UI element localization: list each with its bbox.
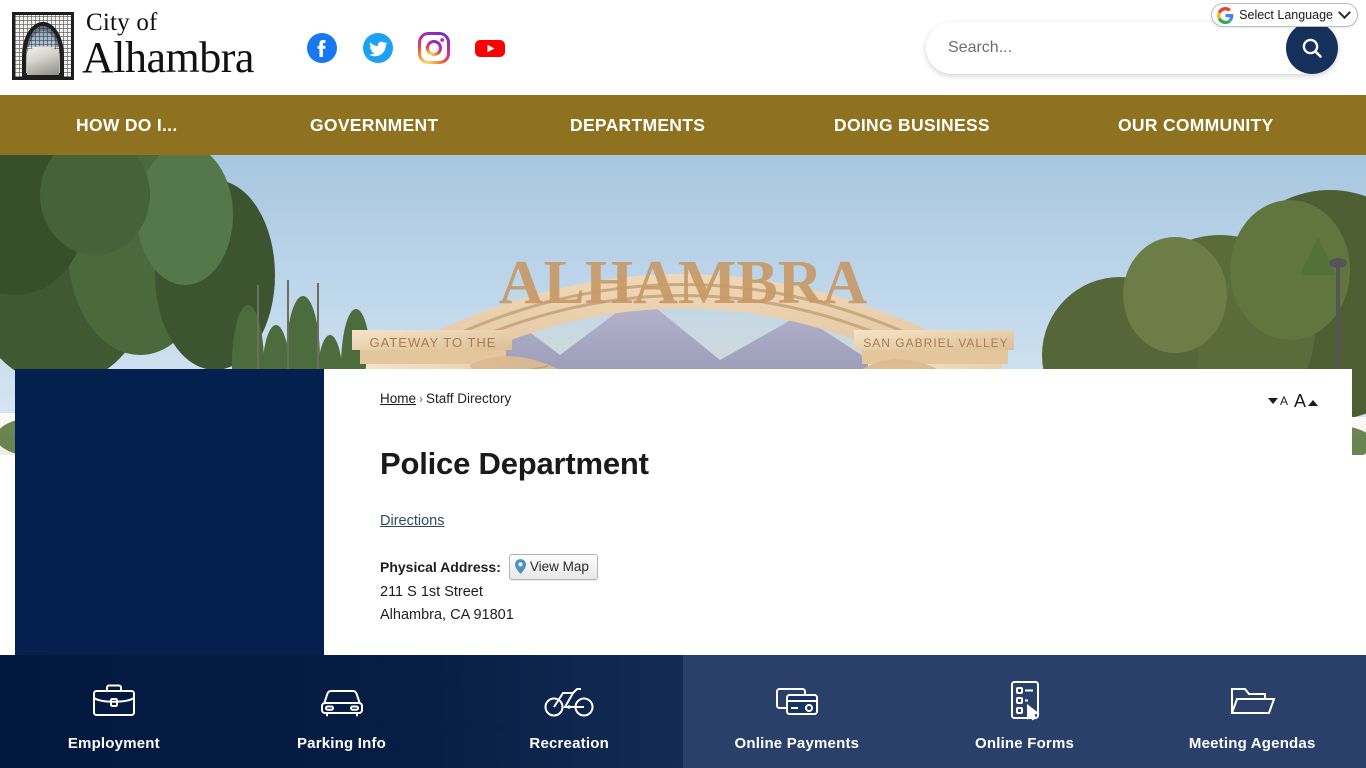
quicklink-online-payments[interactable]: Online Payments	[683, 655, 911, 768]
chevron-down-icon	[1338, 5, 1351, 19]
quicklink-employment[interactable]: Employment	[0, 655, 228, 768]
bicycle-icon	[542, 677, 596, 725]
quicklink-label: Online Forms	[974, 735, 1075, 752]
breadcrumb: Home › Staff Directory	[380, 391, 511, 406]
nav-item-how-do-i[interactable]: HOW DO I...	[76, 95, 178, 155]
quicklink-meeting-agendas[interactable]: Meeting Agendas	[1138, 655, 1366, 768]
logo-line-city: City of	[86, 9, 158, 36]
nav-item-government[interactable]: GOVERNMENT	[310, 95, 438, 155]
nav-item-departments[interactable]: DEPARTMENTS	[570, 95, 705, 155]
triangle-up-icon	[1308, 400, 1318, 406]
youtube-icon[interactable]	[474, 32, 506, 64]
form-cursor-icon	[1004, 677, 1046, 725]
svg-text:SAN GABRIEL VALLEY: SAN GABRIEL VALLEY	[863, 336, 1008, 350]
address-label: Physical Address:	[380, 558, 501, 575]
logo-line-alhambra: Alhambra	[82, 33, 254, 82]
triangle-down-icon	[1267, 398, 1278, 404]
folder-icon	[1227, 677, 1277, 725]
quicklink-label: Recreation	[529, 735, 609, 752]
quicklink-label: Meeting Agendas	[1188, 735, 1316, 752]
svg-text:ALHAMBRA: ALHAMBRA	[499, 249, 868, 317]
city-seal-icon	[12, 12, 74, 80]
site-logo[interactable]: City of Alhambra	[12, 10, 254, 80]
breadcrumb-home-link[interactable]: Home	[380, 391, 416, 406]
address-city-state-zip: Alhambra, CA 91801	[380, 606, 514, 623]
google-g-icon	[1217, 6, 1234, 24]
search-box	[926, 22, 1338, 74]
quicklink-parking-info[interactable]: Parking Info	[228, 655, 456, 768]
seal-landscape	[27, 47, 59, 75]
content-top-row: Home › Staff Directory A A	[380, 391, 1318, 410]
car-icon	[317, 677, 367, 725]
search-icon	[1302, 38, 1322, 58]
map-pin-icon	[514, 559, 526, 575]
view-map-button[interactable]: View Map	[508, 554, 598, 580]
nav-item-doing-business[interactable]: DOING BUSINESS	[834, 95, 990, 155]
site-header: City of Alhambra Search... Select Langua…	[0, 0, 1366, 95]
language-selector[interactable]: Select Language	[1211, 3, 1358, 27]
view-map-label: View Map	[529, 559, 589, 574]
address-street: 211 S 1st Street	[380, 583, 483, 600]
quicklink-label: Employment	[67, 735, 160, 752]
language-label: Select Language	[1239, 8, 1333, 22]
quicklink-recreation[interactable]: Recreation	[455, 655, 683, 768]
font-size-increase-label: A	[1293, 391, 1306, 411]
font-size-decrease-button[interactable]: A	[1267, 394, 1288, 408]
breadcrumb-current: Staff Directory	[426, 391, 512, 406]
briefcase-icon	[91, 677, 137, 725]
font-size-increase-button[interactable]: A	[1294, 392, 1318, 410]
quicklink-label: Parking Info	[296, 735, 387, 752]
address-label-row: Physical Address: View Map	[380, 554, 1318, 580]
nav-item-our-community[interactable]: OUR COMMUNITY	[1118, 95, 1274, 155]
page-title: Police Department	[380, 446, 649, 481]
physical-address-block: Physical Address: View Map 211 S 1st Str…	[380, 554, 1318, 626]
quicklink-label: Online Payments	[734, 735, 860, 752]
instagram-icon[interactable]	[418, 32, 450, 64]
svg-text:GATEWAY TO THE: GATEWAY TO THE	[370, 335, 497, 350]
logo-wordmark: City of Alhambra	[82, 10, 254, 80]
font-size-controls: A A	[1267, 391, 1318, 410]
facebook-icon[interactable]	[306, 32, 338, 64]
quicklink-online-forms[interactable]: Online Forms	[911, 655, 1139, 768]
directions-link[interactable]: Directions	[380, 513, 444, 529]
quick-links-bar: Employment Parking Info Recreation Onlin…	[0, 655, 1366, 768]
font-size-decrease-label: A	[1279, 394, 1288, 408]
search-button[interactable]	[1286, 22, 1338, 74]
credit-card-icon	[772, 677, 822, 725]
breadcrumb-separator: ›	[419, 392, 424, 406]
search-input[interactable]	[948, 22, 1268, 74]
twitter-icon[interactable]	[362, 32, 394, 64]
social-links	[306, 32, 506, 64]
main-navigation: HOW DO I... GOVERNMENT DEPARTMENTS DOING…	[0, 95, 1366, 155]
page-root: ALHAMBRA GATEWAY TO THE SAN GABRIEL VALL…	[0, 0, 1366, 768]
